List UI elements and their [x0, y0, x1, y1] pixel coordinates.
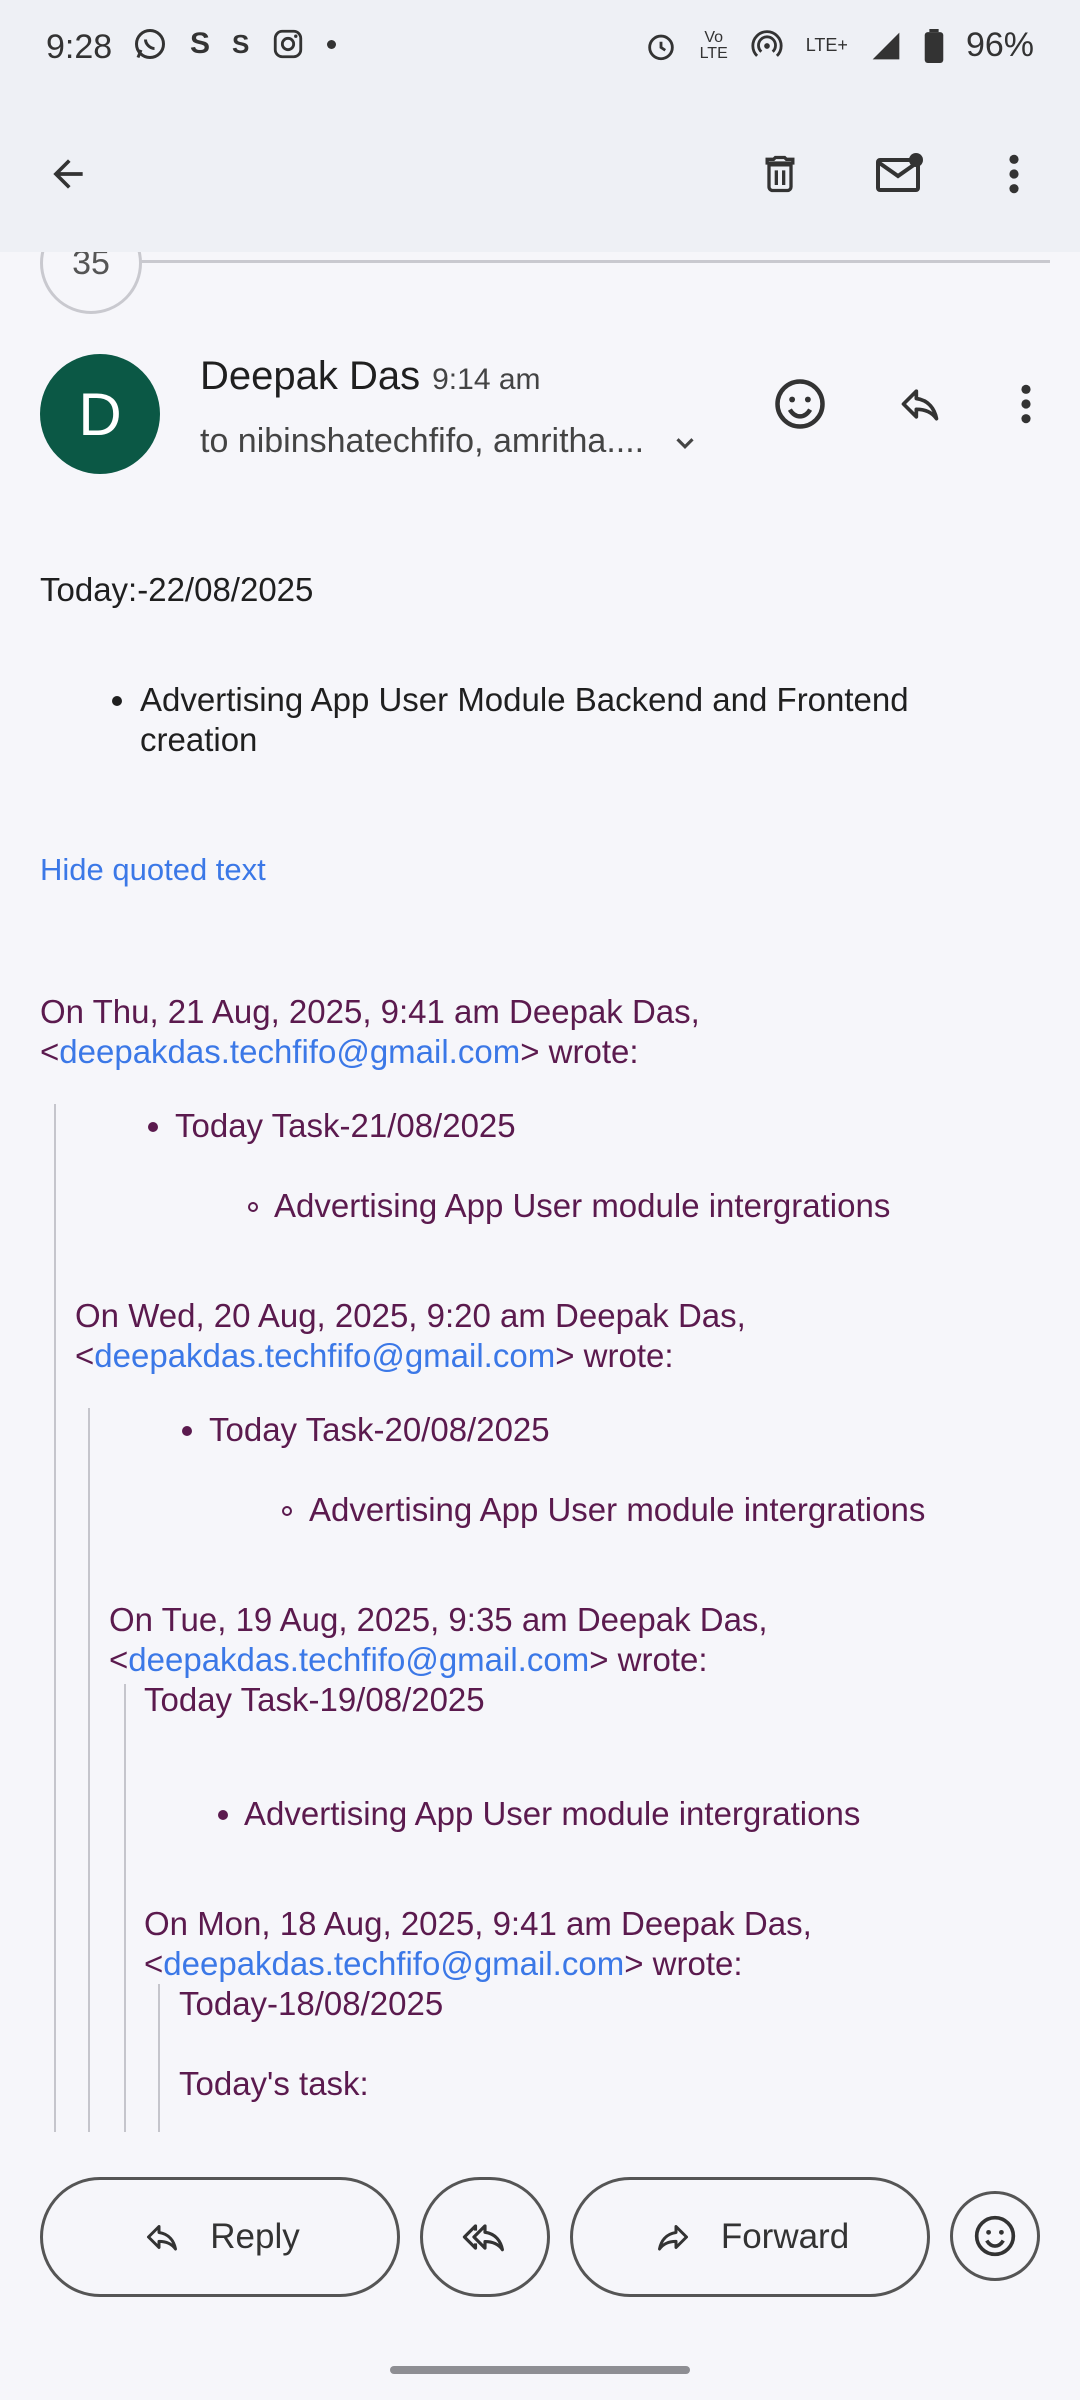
add-reaction-button[interactable] [768, 372, 832, 436]
sender-line: Deepak Das 9:14 am [200, 354, 541, 399]
quote-header-line-2: <deepakdas.techfifo@gmail.com> wrote: [109, 1641, 708, 1678]
hide-quoted-text-link[interactable]: Hide quoted text [40, 852, 266, 888]
collapsed-messages-count[interactable]: 35 [40, 252, 142, 314]
network-type: LTE+ [805, 35, 848, 55]
mark-unread-button[interactable] [864, 138, 936, 210]
quote-bar [88, 1408, 90, 2132]
forward-button[interactable]: Forward [570, 2177, 930, 2297]
email-link[interactable]: deepakdas.techfifo@gmail.com [59, 1033, 520, 1070]
message-more-button[interactable] [994, 372, 1058, 436]
quote-task: Today Task-21/08/2025 [175, 1107, 516, 1144]
reply-all-icon [462, 2224, 504, 2252]
wrote-text: wrote: [652, 1945, 743, 1982]
bullet-item-line-2: creation [140, 721, 258, 758]
message-view[interactable]: 35 D Deepak Das 9:14 am to nibinshatechfi… [0, 252, 1080, 2132]
forward-icon [657, 2225, 688, 2251]
emoji-icon [974, 2215, 1016, 2257]
email-link[interactable]: deepakdas.techfifo@gmail.com [163, 1945, 624, 1982]
quote-header: On Mon, 18 Aug, 2025, 9:41 am Deepak Das… [144, 1905, 812, 1942]
wrote-text: wrote: [617, 1641, 708, 1678]
message-time: 9:14 am [432, 363, 541, 396]
reply-label: Reply [210, 2217, 300, 2256]
whatsapp-icon [135, 29, 165, 59]
dot-icon [327, 39, 337, 49]
reply-icon [901, 389, 939, 421]
more-vert-icon [1021, 384, 1031, 424]
reply-header-button[interactable] [888, 372, 952, 436]
bullet-dot [148, 1122, 158, 1132]
s-icon: S [232, 28, 250, 59]
quote-header-line-2: <deepakdas.techfifo@gmail.com> wrote: [40, 1033, 639, 1070]
delete-button[interactable] [744, 138, 816, 210]
quote-sub-item: Advertising App User module intergration… [309, 1491, 926, 1528]
home-indicator[interactable] [390, 2366, 690, 2374]
wrote-text: wrote: [548, 1033, 639, 1070]
emoji-icon [775, 379, 825, 429]
sub-bullet-ring [282, 1506, 292, 1516]
notification-icons: S S [132, 26, 337, 62]
quote-header-line-2: <deepakdas.techfifo@gmail.com> wrote: [144, 1945, 743, 1982]
email-link[interactable]: deepakdas.techfifo@gmail.com [94, 1337, 555, 1374]
hotspot-icon [751, 29, 783, 57]
bottom-action-bar: Reply Forward [0, 2132, 1080, 2400]
quote-header: On Wed, 20 Aug, 2025, 9:20 am Deepak Das… [75, 1297, 746, 1334]
quote-bar [54, 1104, 56, 2132]
mark-unread-icon [876, 153, 923, 192]
react-button[interactable] [950, 2191, 1040, 2281]
thread-divider [136, 260, 1050, 263]
quote-header: On Tue, 19 Aug, 2025, 9:35 am Deepak Das… [109, 1601, 768, 1638]
battery-icon [924, 28, 944, 63]
quote-task: Today Task-19/08/2025 [144, 1681, 485, 1718]
back-arrow-icon [53, 159, 83, 189]
wrote-text: wrote: [583, 1337, 674, 1374]
sub-bullet-ring [248, 1202, 258, 1212]
today-line: Today:-22/08/2025 [40, 571, 314, 608]
signal-icon [872, 32, 900, 59]
delete-icon [765, 155, 795, 193]
quote-header-line-2: <deepakdas.techfifo@gmail.com> wrote: [75, 1337, 674, 1374]
recipients-text: to nibinshatechfifo, amritha.... [200, 422, 645, 460]
avatar[interactable]: D [40, 354, 160, 474]
more-options-button[interactable] [978, 138, 1050, 210]
sender-name: Deepak Das [200, 354, 421, 398]
bullet-item-line-1: Advertising App User Module Backend and … [140, 681, 909, 718]
top-app-bar [0, 96, 1080, 252]
chevron-down-icon [675, 438, 694, 449]
forward-label: Forward [720, 2217, 850, 2256]
system-icons: Vo LTE LTE+ 96% [644, 26, 1034, 65]
status-time: 9:28 [46, 28, 113, 66]
email-link[interactable]: deepakdas.techfifo@gmail.com [128, 1641, 589, 1678]
quote-sub-item: Today's task: [179, 2065, 369, 2102]
quote-task: Today Task-20/08/2025 [209, 1411, 550, 1448]
alarm-icon [647, 34, 674, 60]
quote-bar [158, 1984, 160, 2132]
recipients-toggle[interactable]: to nibinshatechfifo, amritha.... [200, 422, 700, 461]
quote-header: On Thu, 21 Aug, 2025, 9:41 am Deepak Das… [40, 993, 700, 1030]
quote-sub-item: Advertising App User module intergration… [244, 1795, 861, 1832]
quote-task: Today-18/08/2025 [179, 1985, 444, 2022]
bullet-dot [218, 1810, 228, 1820]
s-icon: S [190, 27, 211, 60]
bullet-dot [182, 1426, 192, 1436]
status-bar: 9:28 S S Vo LTE LTE+ 96% [0, 0, 1080, 96]
reply-button[interactable]: Reply [40, 2177, 400, 2297]
more-vert-icon [1009, 154, 1019, 194]
battery-percent: 96% [965, 26, 1034, 64]
reply-icon [147, 2225, 178, 2251]
reply-all-button[interactable] [420, 2177, 550, 2297]
instagram-icon [274, 29, 303, 59]
quote-sub-item: Advertising App User module intergration… [274, 1187, 891, 1224]
volte-icon: Vo LTE [699, 28, 728, 62]
back-button[interactable] [32, 138, 104, 210]
bullet-dot [112, 696, 122, 706]
quote-bar [124, 1684, 126, 2132]
